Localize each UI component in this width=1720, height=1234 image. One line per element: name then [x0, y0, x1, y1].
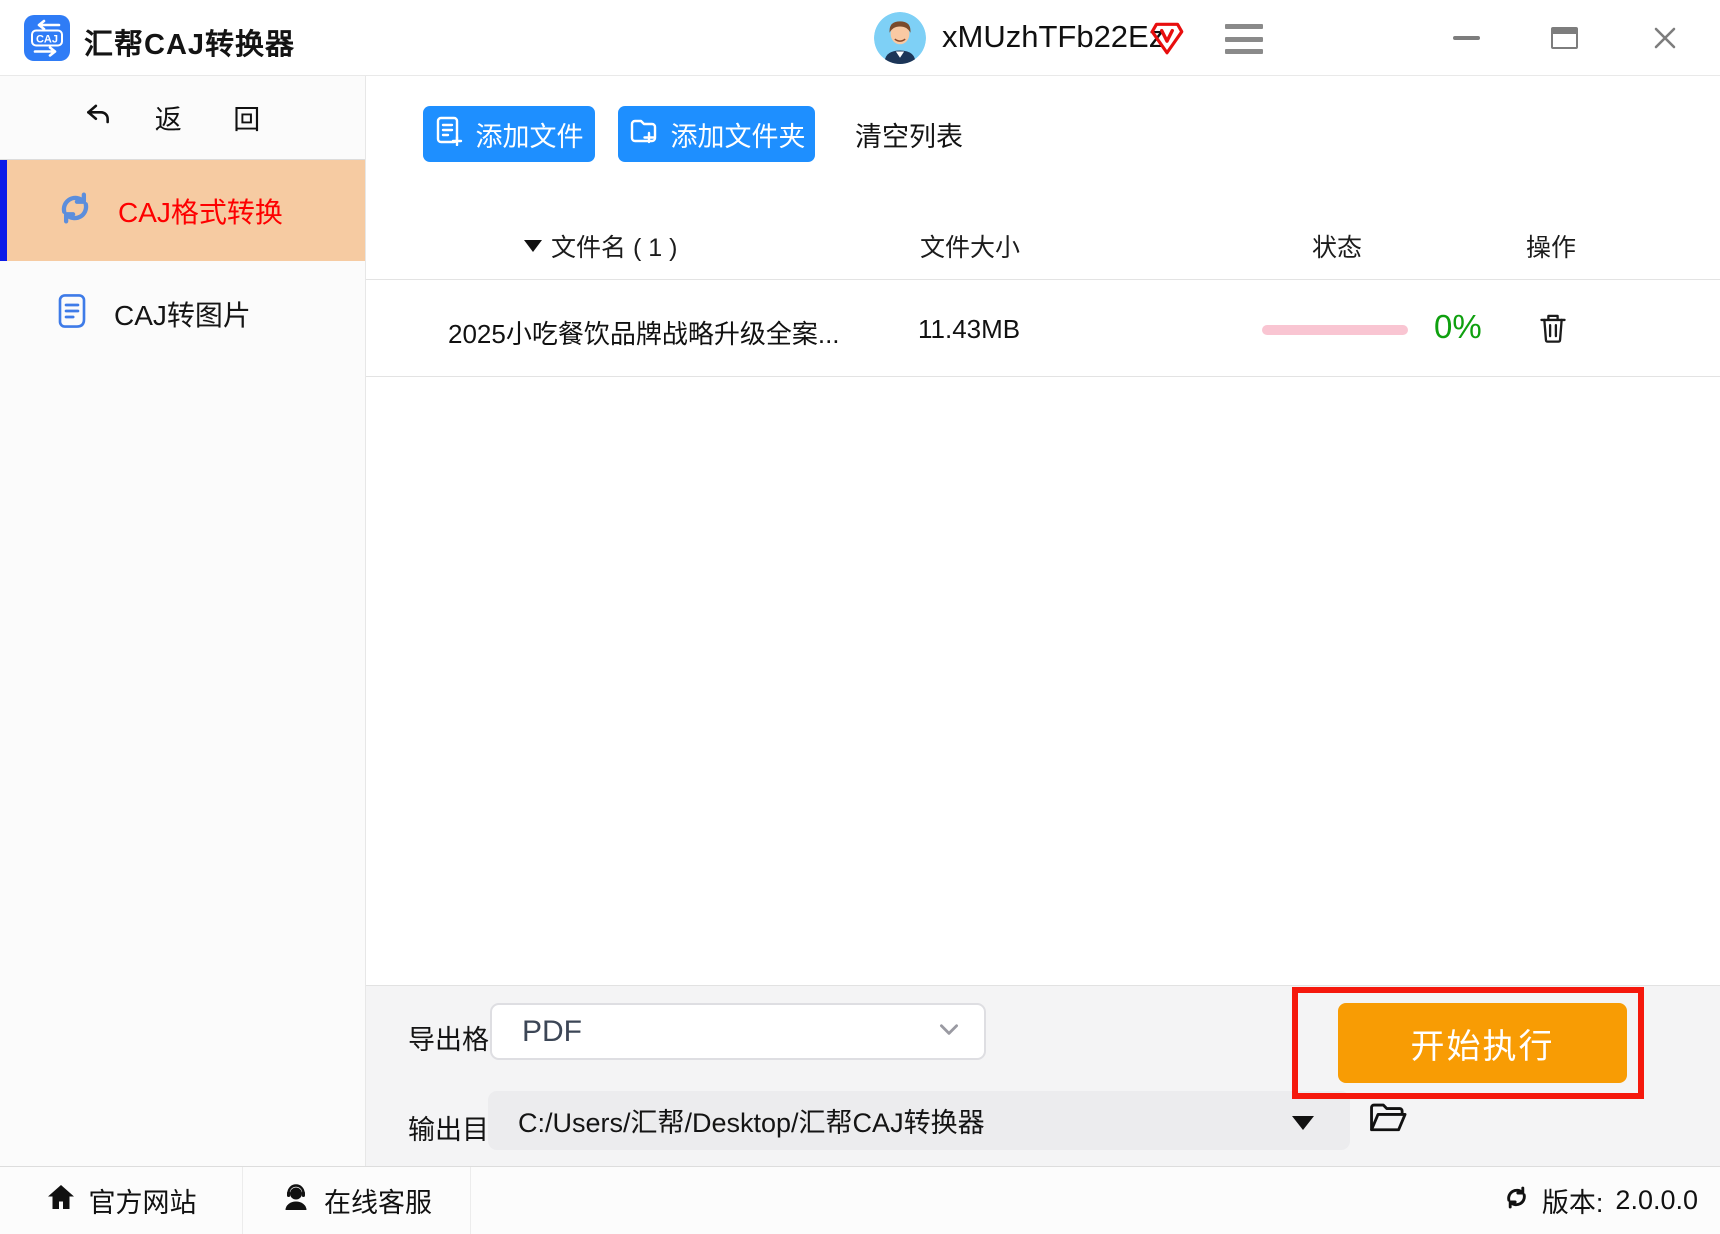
svg-text:CAJ: CAJ	[36, 34, 58, 46]
file-name: 2025小吃餐饮品牌战略升级全案...	[448, 319, 840, 349]
back-button[interactable]: 返 回	[0, 76, 365, 160]
titlebar: CAJ 汇帮CAJ转换器 xMUzhTFb22Ez	[0, 0, 1720, 76]
back-label: 返 回	[154, 105, 283, 135]
file-size: 11.43MB	[918, 314, 1021, 344]
export-format-select[interactable]: PDF	[490, 1003, 986, 1060]
menu-icon[interactable]	[1225, 24, 1263, 54]
add-folder-button[interactable]: 添加文件夹	[618, 106, 815, 162]
header-divider	[366, 279, 1720, 280]
version-value: 2.0.0.0	[1615, 1185, 1698, 1215]
caret-down-icon	[1292, 1116, 1314, 1130]
start-execute-button[interactable]: 开始执行	[1338, 1003, 1627, 1083]
close-button[interactable]	[1643, 16, 1687, 60]
sidebar-item-caj-to-image[interactable]: CAJ转图片	[0, 275, 365, 353]
add-file-label: 添加文件	[475, 121, 584, 152]
username-label[interactable]: xMUzhTFb22Ez	[942, 19, 1164, 55]
output-dir-value: C:/Users/汇帮/Desktop/汇帮CAJ转换器	[518, 1108, 985, 1138]
online-support-link[interactable]: 在线客服	[243, 1167, 471, 1234]
headset-person-icon	[281, 1182, 311, 1219]
add-file-button[interactable]: 添加文件	[423, 106, 595, 162]
export-format-value: PDF	[522, 1014, 582, 1048]
official-website-label: 官方网站	[88, 1188, 197, 1218]
sidebar: 返 回 CAJ格式转换 CAJ转图片	[0, 76, 366, 1166]
sync-icon	[56, 189, 94, 232]
browse-folder-icon[interactable]	[1368, 1100, 1408, 1136]
progress-percent: 0%	[1434, 308, 1482, 345]
progress-bar	[1262, 325, 1408, 335]
version-info: 版本: 2.0.0.0	[1503, 1181, 1720, 1220]
minimize-button[interactable]	[1444, 16, 1488, 60]
app-title: 汇帮CAJ转换器	[84, 29, 296, 61]
column-header-filename[interactable]: 文件名 ( 1 )	[524, 228, 677, 264]
document-icon	[56, 293, 88, 336]
column-header-action: 操作	[1526, 234, 1577, 262]
sidebar-item-caj-convert[interactable]: CAJ格式转换	[0, 160, 365, 261]
add-file-icon	[435, 116, 463, 153]
chevron-down-icon	[936, 1016, 962, 1047]
column-header-status: 状态	[1312, 234, 1363, 262]
sidebar-item-label: CAJ转图片	[114, 300, 251, 331]
app-logo-icon: CAJ	[24, 15, 70, 61]
footer: 官方网站 在线客服 版本: 2.0.0.0	[0, 1166, 1720, 1234]
output-dir-select[interactable]: C:/Users/汇帮/Desktop/汇帮CAJ转换器	[488, 1091, 1350, 1150]
online-support-label: 在线客服	[324, 1188, 432, 1218]
version-label: 版本:	[1541, 1188, 1604, 1218]
home-icon	[46, 1182, 76, 1219]
active-indicator-bar	[0, 160, 7, 261]
vip-badge-icon[interactable]	[1148, 19, 1186, 57]
add-folder-label: 添加文件夹	[670, 121, 806, 152]
row-divider	[366, 376, 1720, 377]
sort-descending-icon	[524, 240, 542, 252]
add-folder-icon	[628, 116, 658, 153]
back-arrow-icon	[83, 100, 113, 135]
user-avatar[interactable]	[874, 12, 926, 64]
official-website-link[interactable]: 官方网站	[0, 1167, 243, 1234]
maximize-button[interactable]	[1542, 16, 1586, 60]
delete-file-button[interactable]	[1538, 311, 1570, 347]
column-label: 文件名 ( 1 )	[551, 234, 678, 262]
update-refresh-icon	[1503, 1184, 1530, 1218]
column-header-size: 文件大小	[920, 234, 1021, 262]
app-window: CAJ 汇帮CAJ转换器 xMUzhTFb22Ez 返 回 CAJ格式转换 CA…	[0, 0, 1720, 1234]
sidebar-item-label: CAJ格式转换	[118, 196, 283, 228]
clear-list-button[interactable]: 清空列表	[855, 106, 963, 162]
